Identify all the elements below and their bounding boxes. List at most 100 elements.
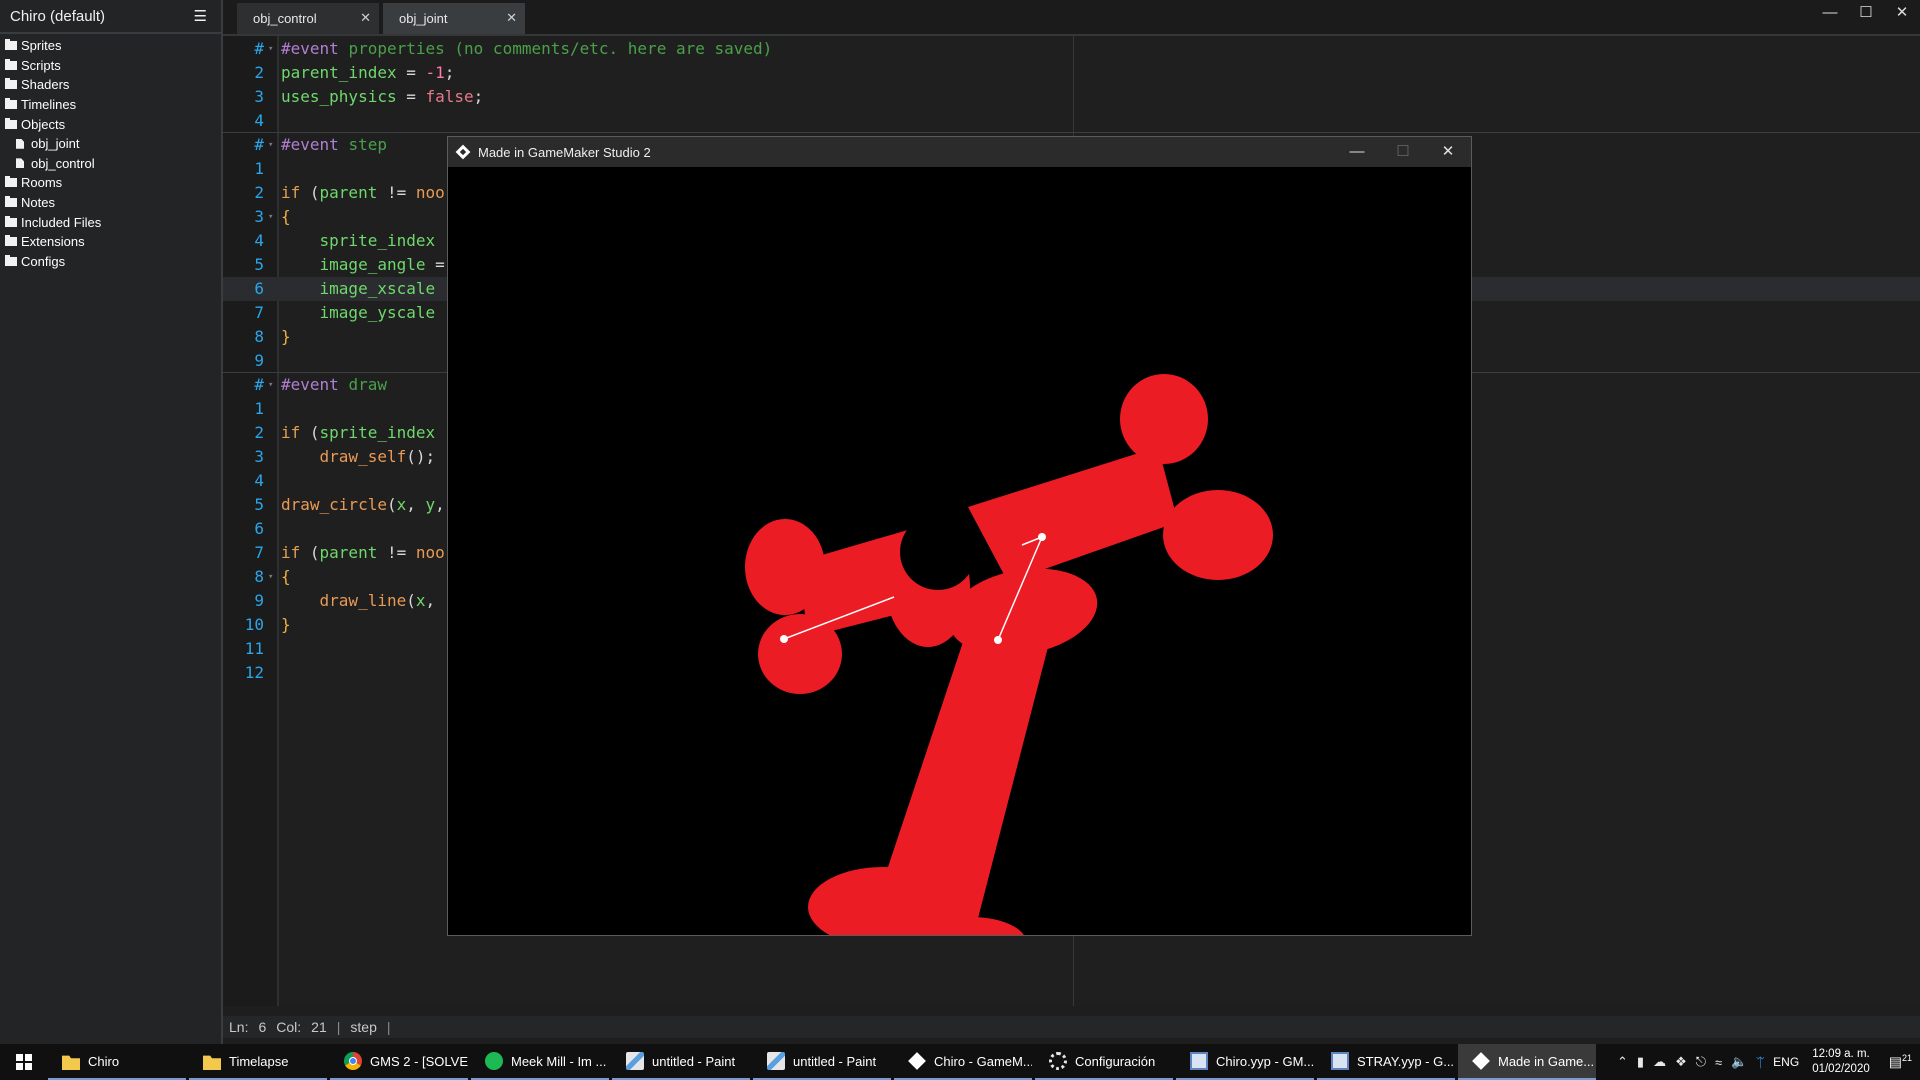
line-number: 2 bbox=[254, 423, 264, 442]
chevron-up-icon[interactable]: ⌃ bbox=[1617, 1054, 1628, 1070]
language-indicator[interactable]: ENG bbox=[1773, 1055, 1799, 1069]
game-runner-window[interactable]: Made in GameMaker Studio 2 — ☐ ✕ bbox=[447, 136, 1472, 936]
sidebar-item-timelines[interactable]: Timelines bbox=[0, 95, 221, 115]
line-number: 10 bbox=[244, 615, 264, 634]
sidebar-item-rooms[interactable]: Rooms bbox=[0, 173, 221, 193]
tree-item-label: Objects bbox=[21, 116, 66, 132]
sidebar-item-configs[interactable]: Configs bbox=[0, 252, 221, 272]
code-text: image_angle = bbox=[281, 253, 445, 277]
fold-arrow-icon[interactable]: ▾ bbox=[268, 205, 273, 229]
fold-arrow-icon[interactable]: ▾ bbox=[268, 565, 273, 589]
folder-icon bbox=[203, 1055, 221, 1070]
taskbar-app-8[interactable]: Chiro.yyp - GM... bbox=[1176, 1044, 1314, 1080]
spotify-icon bbox=[485, 1052, 503, 1070]
line-number: 2 bbox=[254, 183, 264, 202]
fold-arrow-icon[interactable]: ▾ bbox=[268, 37, 273, 61]
sidebar-item-obj-control[interactable]: obj_control bbox=[0, 154, 221, 174]
taskbar-app-4[interactable]: untitled - Paint bbox=[612, 1044, 750, 1080]
close-window-icon[interactable]: ✕ bbox=[1884, 0, 1920, 26]
code-token: { bbox=[281, 567, 291, 586]
volume-icon[interactable]: 🔈 bbox=[1731, 1054, 1747, 1070]
folder-icon bbox=[5, 98, 17, 110]
taskbar-app-1[interactable]: Timelapse bbox=[189, 1044, 327, 1080]
gamemaker-icon bbox=[1472, 1052, 1490, 1070]
sidebar-item-notes[interactable]: Notes bbox=[0, 193, 221, 213]
maximize-icon[interactable]: ☐ bbox=[1848, 0, 1884, 26]
tree-item-label: Extensions bbox=[21, 234, 85, 250]
taskbar-app-5[interactable]: untitled - Paint bbox=[753, 1044, 891, 1080]
close-icon[interactable]: ✕ bbox=[1425, 137, 1471, 167]
line-number: 9 bbox=[254, 351, 264, 370]
wifi-icon[interactable]: ≈ bbox=[1715, 1055, 1722, 1070]
taskbar-app-3[interactable]: Meek Mill - Im ... bbox=[471, 1044, 609, 1080]
game-canvas[interactable] bbox=[448, 167, 1471, 935]
code-token: y bbox=[425, 495, 436, 514]
taskbar-app-label: Made in Game... bbox=[1498, 1053, 1595, 1069]
code-token: #event bbox=[281, 39, 349, 58]
taskbar-app-label: Configuración bbox=[1075, 1053, 1156, 1069]
taskbar-app-9[interactable]: STRAY.yyp - G... bbox=[1317, 1044, 1455, 1080]
tree-item-label: obj_control bbox=[31, 155, 95, 171]
fold-arrow-icon[interactable]: ▾ bbox=[268, 373, 273, 397]
sidebar-item-included-files[interactable]: Included Files bbox=[0, 212, 221, 232]
folder-icon bbox=[5, 117, 17, 129]
line-number: 3 bbox=[254, 207, 264, 226]
start-button[interactable] bbox=[0, 1044, 48, 1080]
line-number: 8 bbox=[254, 327, 264, 346]
minimize-icon[interactable]: — bbox=[1812, 0, 1848, 26]
sidebar-item-objects[interactable]: Objects bbox=[0, 114, 221, 134]
battery-icon[interactable]: ▮ bbox=[1637, 1054, 1644, 1070]
game-window-titlebar[interactable]: Made in GameMaker Studio 2 — ☐ ✕ bbox=[448, 137, 1471, 167]
sidebar-item-sprites[interactable]: Sprites bbox=[0, 36, 221, 56]
code-token: if bbox=[281, 183, 301, 202]
notification-center[interactable]: ▤21 bbox=[1889, 1053, 1912, 1071]
bluetooth-icon[interactable]: ᛠ bbox=[1756, 1055, 1764, 1070]
clock[interactable]: 12:09 a. m. 01/02/2020 bbox=[1812, 1047, 1870, 1077]
taskbar-app-0[interactable]: Chiro bbox=[48, 1044, 186, 1080]
taskbar-app-6[interactable]: Chiro - GameM... bbox=[894, 1044, 1032, 1080]
tab-obj-control[interactable]: obj_control ✕ bbox=[237, 3, 379, 34]
code-line[interactable]: # ▾ #event properties (no comments/etc. he… bbox=[223, 37, 1920, 61]
tab-obj-joint[interactable]: obj_joint ✕ bbox=[383, 3, 525, 34]
windows-taskbar: Chiro Timelapse GMS 2 - [SOLVE... Meek Mill… bbox=[0, 1044, 1920, 1080]
joint-point bbox=[780, 635, 788, 643]
code-token: noo bbox=[415, 183, 445, 202]
code-token: draw_line bbox=[319, 591, 407, 610]
notification-count: 21 bbox=[1901, 1053, 1912, 1064]
sidebar-item-extensions[interactable]: Extensions bbox=[0, 232, 221, 252]
fold-arrow-icon[interactable]: ▾ bbox=[268, 133, 273, 157]
taskbar-app-2[interactable]: GMS 2 - [SOLVE... bbox=[330, 1044, 468, 1080]
taskbar-app-label: Meek Mill - Im ... bbox=[511, 1053, 607, 1069]
close-icon[interactable]: ✕ bbox=[506, 10, 517, 26]
code-token: , bbox=[435, 495, 445, 514]
hamburger-menu-icon[interactable]: ☰ bbox=[194, 7, 207, 25]
status-separator: | bbox=[336, 1019, 341, 1035]
sidebar-item-obj-joint[interactable]: obj_joint bbox=[0, 134, 221, 154]
resource-tree-panel: Chiro (default) ☰ Sprites Scripts Shaders T… bbox=[0, 0, 223, 1044]
paint-icon bbox=[767, 1052, 785, 1070]
code-token: , bbox=[425, 591, 436, 610]
taskbar-app-7[interactable]: Configuración bbox=[1035, 1044, 1173, 1080]
close-icon[interactable]: ✕ bbox=[360, 10, 371, 26]
line-number: 7 bbox=[254, 543, 264, 562]
taskbar-app-label: Chiro.yyp - GM... bbox=[1216, 1053, 1314, 1069]
sidebar-item-scripts[interactable]: Scripts bbox=[0, 56, 221, 76]
code-line[interactable]: 2 parent_index = -1; bbox=[223, 61, 1920, 85]
taskbar-app-10[interactable]: Made in Game... bbox=[1458, 1044, 1596, 1080]
dropbox-icon[interactable]: ❖ bbox=[1675, 1054, 1687, 1070]
minimize-icon[interactable]: — bbox=[1334, 137, 1380, 167]
taskbar-app-label: Chiro - GameM... bbox=[934, 1053, 1032, 1069]
code-line[interactable]: 3 uses_physics = false; bbox=[223, 85, 1920, 109]
code-token: = bbox=[425, 255, 445, 274]
yyp-file-icon bbox=[1331, 1052, 1349, 1070]
editor-tab-bar: obj_control ✕ obj_joint ✕ — ☐ ✕ bbox=[223, 0, 1920, 36]
line-number: 9 bbox=[254, 591, 264, 610]
usb-icon[interactable]: ⎋ bbox=[1696, 1054, 1706, 1070]
taskbar-app-label: STRAY.yyp - G... bbox=[1357, 1053, 1455, 1069]
sidebar-item-shaders[interactable]: Shaders bbox=[0, 75, 221, 95]
code-text: image_yscale bbox=[281, 301, 436, 325]
cloud-icon[interactable]: ☁ bbox=[1653, 1054, 1666, 1070]
code-line[interactable]: 4 bbox=[223, 109, 1920, 133]
